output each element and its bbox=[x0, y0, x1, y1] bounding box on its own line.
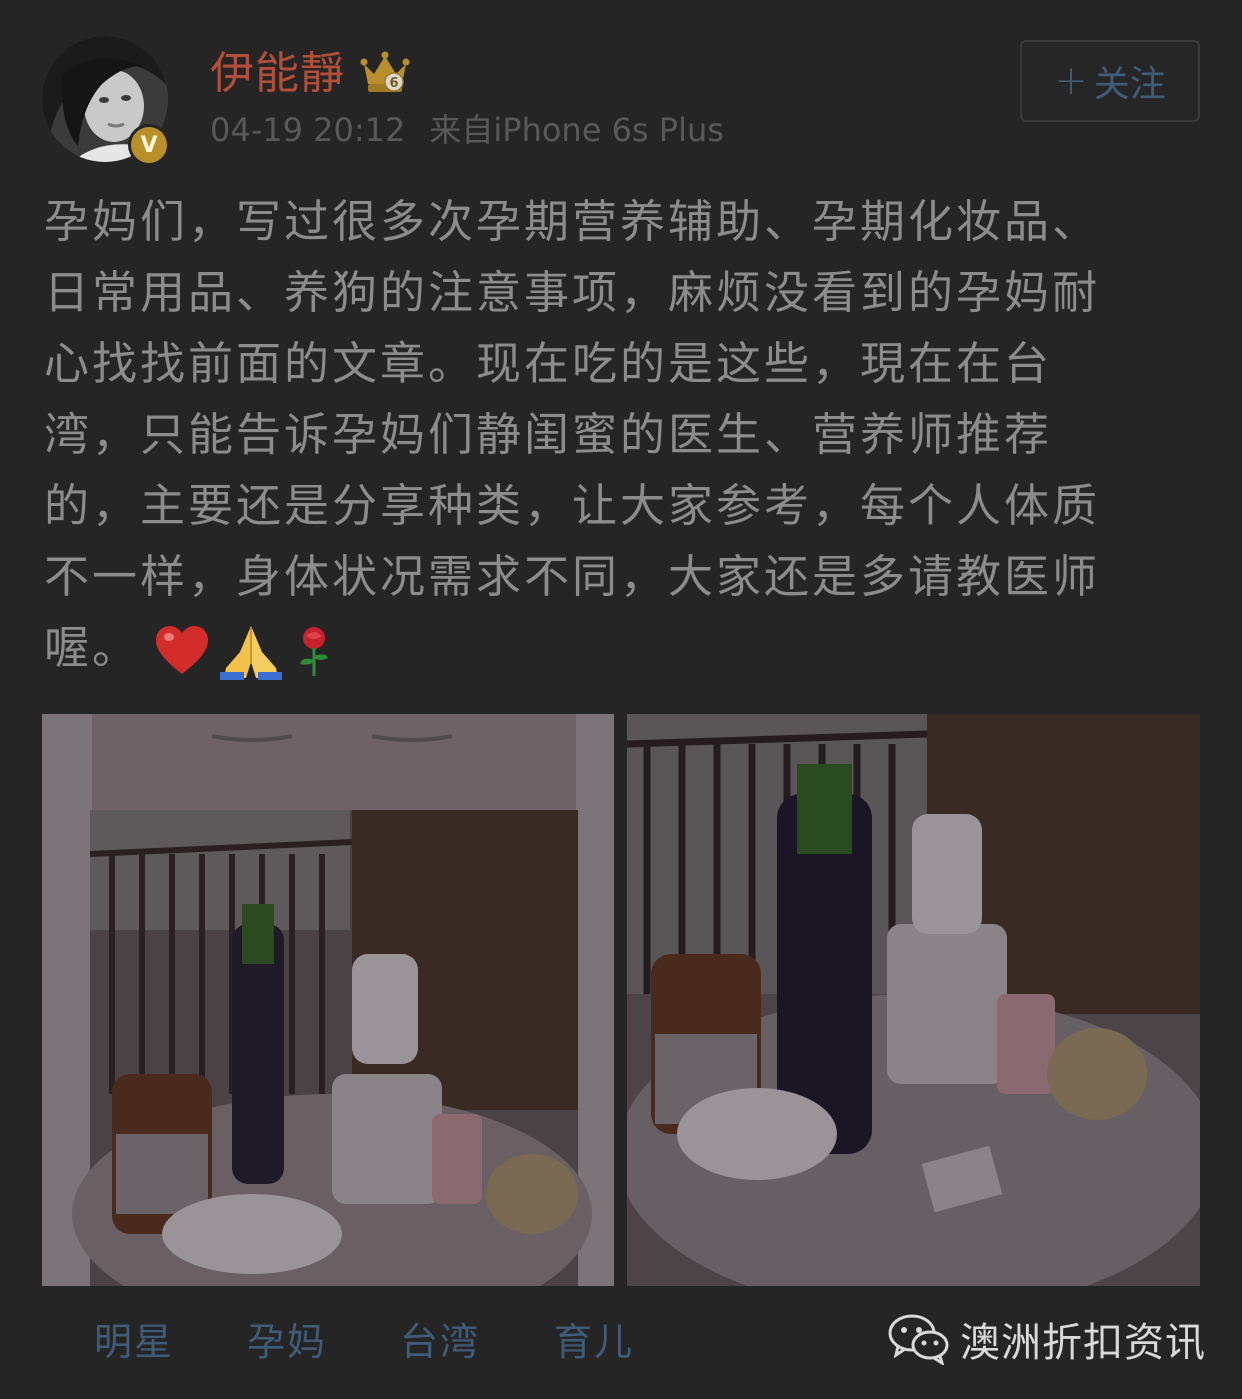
post-timestamp: 04-19 20:12 bbox=[210, 111, 406, 149]
supplements-photo-1 bbox=[42, 714, 614, 1286]
post-line: 心找找前面的文章。现在吃的是这些，現在在台 bbox=[44, 337, 1053, 390]
post-line-last: 喔。 bbox=[44, 612, 1204, 683]
post-meta: 04-19 20:12 来自iPhone 6s Plus bbox=[210, 108, 724, 152]
post-line: 湾，只能告诉孕妈们静闺蜜的医生、营养师推荐 bbox=[44, 408, 1053, 461]
tag-link[interactable]: 台湾 bbox=[400, 1312, 480, 1372]
tag-link[interactable]: 育儿 bbox=[554, 1312, 634, 1372]
tag-link[interactable]: 明星 bbox=[94, 1312, 174, 1372]
post-line: 喔。 bbox=[44, 621, 141, 674]
rose-icon bbox=[300, 627, 329, 676]
crown-badge-icon: 6 bbox=[360, 51, 410, 92]
supplements-photo-2 bbox=[627, 714, 1200, 1286]
emoji-row bbox=[154, 622, 336, 680]
heart-icon bbox=[156, 626, 209, 674]
post-line: 日常用品、养狗的注意事项，麻烦没看到的孕妈耐 bbox=[44, 266, 1101, 319]
wechat-icon bbox=[888, 1314, 949, 1365]
post-line: 不一样，身体状况需求不同，大家还是多请教医师 bbox=[44, 550, 1101, 603]
post-source[interactable]: 来自iPhone 6s Plus bbox=[429, 111, 724, 149]
folded-hands-icon bbox=[220, 626, 283, 680]
crown-badge-level: 6 bbox=[389, 76, 398, 91]
watermark: 澳洲折扣资讯 bbox=[888, 1306, 1206, 1372]
post-photo-1[interactable] bbox=[42, 714, 614, 1286]
post-photo-2[interactable] bbox=[627, 714, 1200, 1286]
follow-button[interactable]: + 关注 bbox=[1020, 40, 1200, 122]
follow-button-label: 关注 bbox=[1093, 64, 1166, 105]
post-line: 孕妈们，写过很多次孕期营养辅助、孕期化妆品、 bbox=[44, 195, 1101, 248]
post-line: 的，主要还是分享种类，让大家参考，每个人体质 bbox=[44, 479, 1101, 532]
verified-badge-icon: V bbox=[128, 124, 170, 166]
plus-icon: + bbox=[1054, 58, 1088, 104]
watermark-text: 澳洲折扣资讯 bbox=[960, 1320, 1206, 1366]
tag-link[interactable]: 孕妈 bbox=[247, 1312, 327, 1372]
post-body: 孕妈们，写过很多次孕期营养辅助、孕期化妆品、 日常用品、养狗的注意事项，麻烦没看… bbox=[44, 186, 1204, 683]
username[interactable]: 伊能靜 bbox=[210, 46, 345, 102]
